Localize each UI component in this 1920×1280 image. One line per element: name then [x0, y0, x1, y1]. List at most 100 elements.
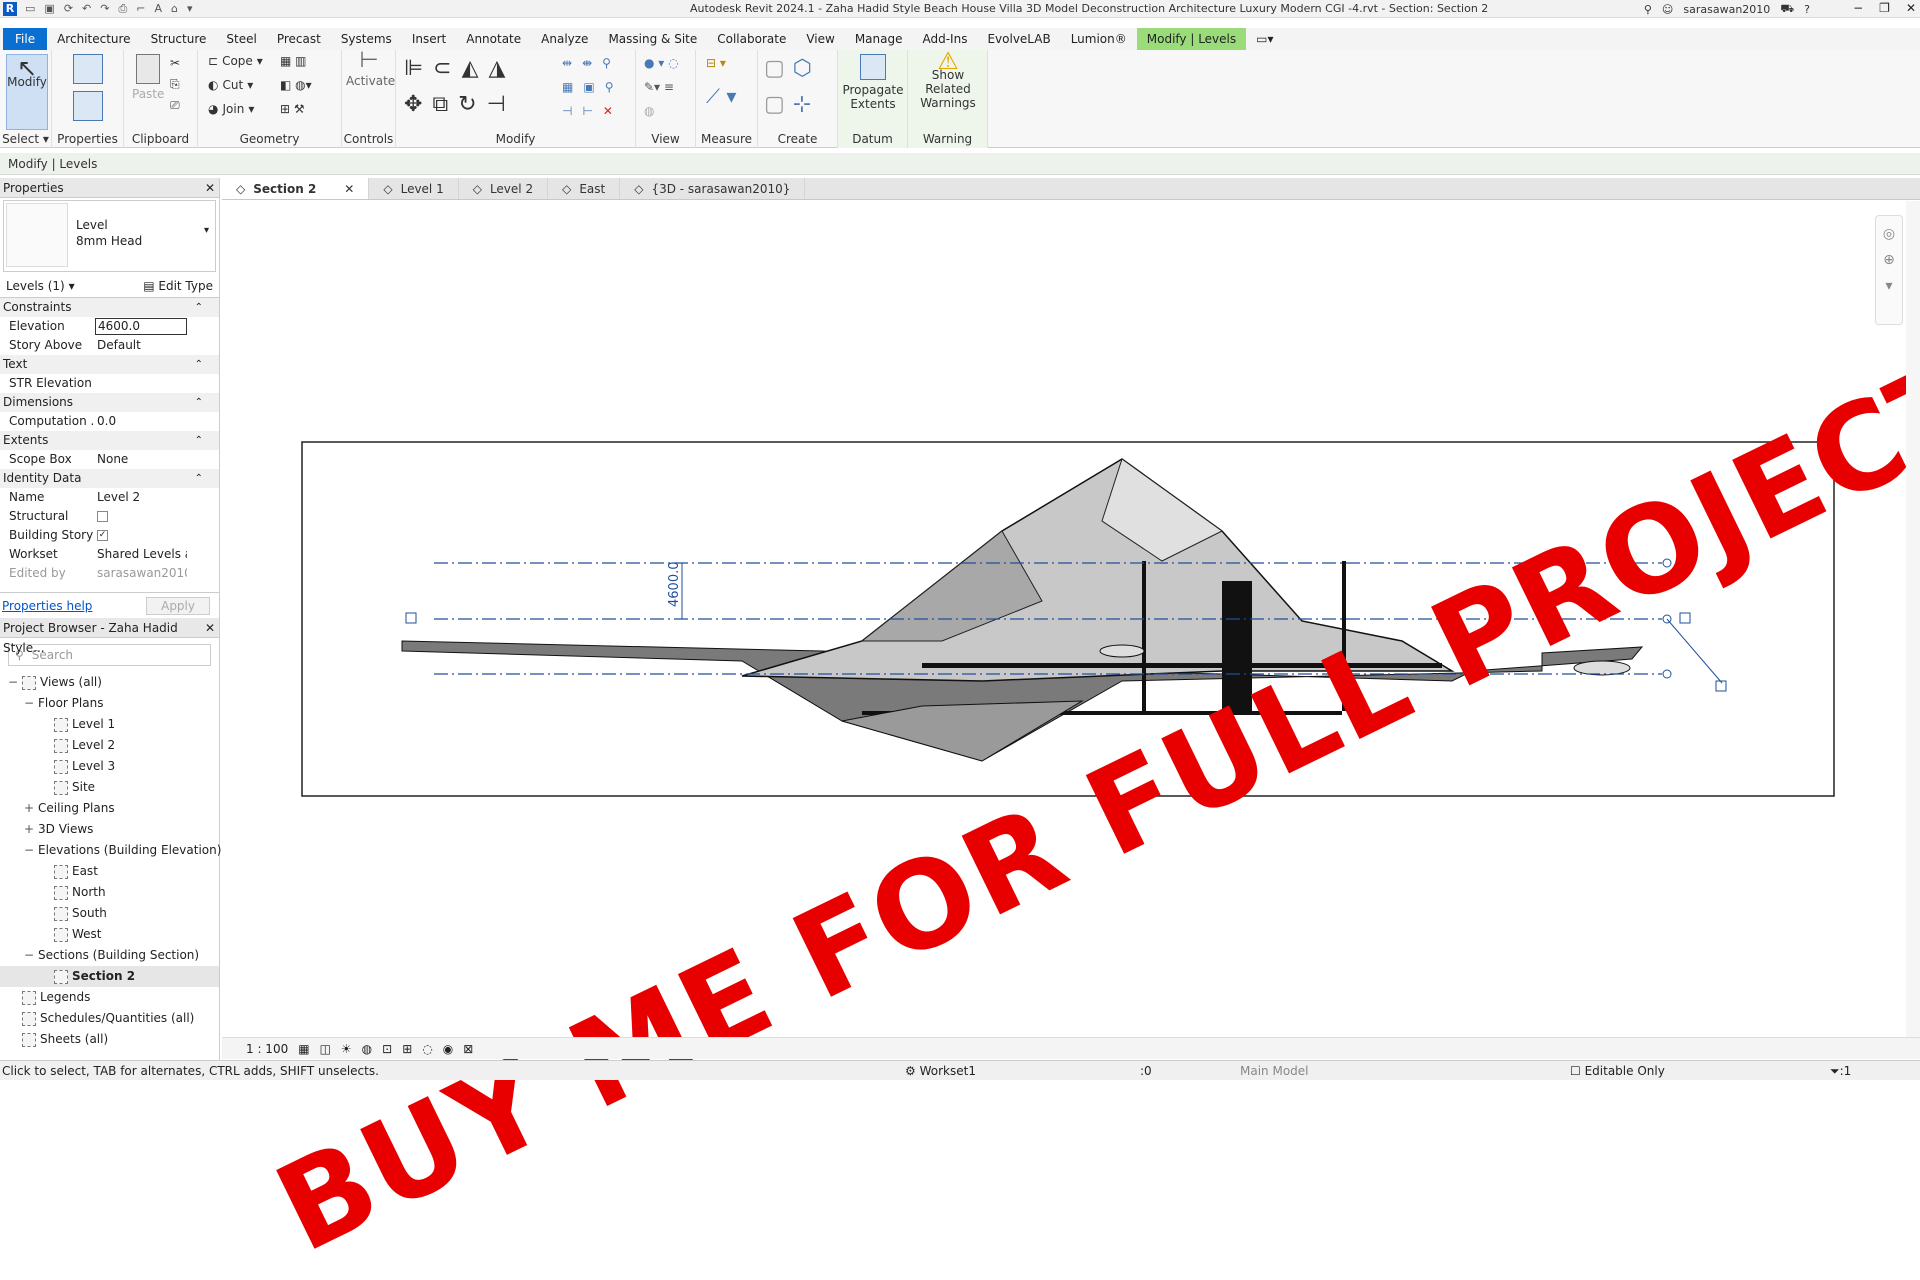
- unpin-icon[interactable]: ⚲: [605, 80, 614, 94]
- cut-button[interactable]: ◐ Cut ▾: [208, 78, 253, 92]
- tab-analyze[interactable]: Analyze: [531, 28, 598, 50]
- create-parts-icon[interactable]: ▢: [764, 92, 785, 117]
- redo-icon[interactable]: ↷: [100, 2, 109, 15]
- propagate-extents-button[interactable]: Propagate Extents: [840, 54, 906, 111]
- group-identity-data[interactable]: Identity Data ⌃: [0, 469, 219, 488]
- tree-item[interactable]: East: [0, 861, 219, 882]
- design-option-dropdown[interactable]: Main Model: [1240, 1061, 1309, 1081]
- tab-architecture[interactable]: Architecture: [47, 28, 140, 50]
- extend-icon[interactable]: ⊢: [582, 104, 592, 118]
- tree-item[interactable]: North: [0, 882, 219, 903]
- modify-button[interactable]: ↖ Modify: [6, 54, 48, 130]
- tab-file[interactable]: File: [3, 28, 48, 50]
- properties-button[interactable]: [66, 54, 110, 124]
- view-tab[interactable]: ◇ East: [548, 178, 621, 199]
- view-scale[interactable]: 1 : 100: [246, 1042, 288, 1056]
- close-icon[interactable]: ✕: [1906, 1, 1916, 15]
- view-tab[interactable]: ◇ Level 2: [459, 178, 549, 199]
- shadows-icon[interactable]: ◍: [362, 1042, 372, 1056]
- tree-item[interactable]: West: [0, 924, 219, 945]
- linework-icon[interactable]: ◍: [644, 104, 654, 118]
- apply-button[interactable]: Apply: [146, 596, 210, 615]
- reveal-hidden-icon[interactable]: ◉: [443, 1042, 453, 1056]
- edit-type-button[interactable]: ▤ Edit Type: [143, 279, 213, 293]
- paint-icon[interactable]: ◧ ◍▾: [280, 78, 312, 92]
- temporary-hide-icon[interactable]: ◌: [422, 1042, 432, 1056]
- tab-precast[interactable]: Precast: [267, 28, 331, 50]
- tree-item[interactable]: − Views (all): [0, 672, 219, 693]
- visual-style-icon[interactable]: ◫: [320, 1042, 331, 1056]
- save-icon[interactable]: ▣: [44, 2, 54, 15]
- mirror-axis-icon[interactable]: ◭: [462, 56, 479, 81]
- sync-icon[interactable]: ⟳: [64, 2, 73, 15]
- align-icon[interactable]: ⊫: [404, 56, 423, 81]
- cart-icon[interactable]: ⛟: [1780, 2, 1794, 17]
- copy-icon[interactable]: ⎘: [170, 77, 180, 92]
- tree-item[interactable]: − Sections (Building Section): [0, 945, 219, 966]
- copy-element-icon[interactable]: ⧉: [432, 92, 448, 117]
- tab-evolvelab[interactable]: EvolveLAB: [977, 28, 1060, 50]
- tab-annotate[interactable]: Annotate: [456, 28, 531, 50]
- revit-logo[interactable]: R: [3, 1, 17, 16]
- minimize-icon[interactable]: −: [1853, 1, 1863, 15]
- hide-icon[interactable]: ● ▾ ◌: [644, 56, 679, 70]
- split-icon[interactable]: ⇹: [562, 56, 572, 70]
- override-icon[interactable]: ✎▾ ≡: [644, 80, 674, 94]
- tree-item[interactable]: South: [0, 903, 219, 924]
- worksharing-icon[interactable]: ⊠: [463, 1042, 473, 1056]
- chevron-down-icon[interactable]: ▾: [204, 225, 209, 236]
- split-gap-icon[interactable]: ⇼: [582, 56, 592, 70]
- detail-level-icon[interactable]: ▦: [298, 1042, 309, 1056]
- tree-item[interactable]: Legends: [0, 987, 219, 1008]
- view-tab[interactable]: ◇ {3D - sarasawan2010}: [620, 178, 806, 199]
- tab-massing-site[interactable]: Massing & Site: [598, 28, 707, 50]
- panel-label-select[interactable]: Select ▾: [0, 132, 51, 146]
- trim-multiple-icon[interactable]: ⊣: [562, 104, 572, 118]
- tree-item[interactable]: Level 3: [0, 756, 219, 777]
- help-icon[interactable]: ?: [1804, 3, 1810, 16]
- match-icon[interactable]: ⎚: [170, 98, 180, 113]
- customize-icon[interactable]: ▾: [187, 2, 193, 15]
- cope-button[interactable]: ⊏ Cope ▾: [208, 54, 263, 68]
- drawing-canvas[interactable]: 4600.0 WUM BUY ME FOR FULL PROJECT: [222, 201, 1920, 1280]
- ribbon-toggle-icon[interactable]: ▭▾: [1246, 28, 1283, 50]
- tree-item[interactable]: Site: [0, 777, 219, 798]
- editable-only-checkbox[interactable]: ☐ Editable Only: [1570, 1061, 1665, 1081]
- tab-lumion[interactable]: Lumion®: [1061, 28, 1137, 50]
- split-face-icon[interactable]: ▦ ▥: [280, 54, 307, 68]
- mirror-draw-icon[interactable]: ◮: [489, 56, 506, 81]
- tab-structure[interactable]: Structure: [141, 28, 217, 50]
- array-icon[interactable]: ▦: [562, 80, 573, 94]
- create-group-icon[interactable]: ⬡: [793, 56, 812, 81]
- undo-icon[interactable]: ↶: [82, 2, 91, 15]
- home-icon[interactable]: ⌂: [171, 2, 178, 15]
- tab-systems[interactable]: Systems: [331, 28, 402, 50]
- filter-dropdown[interactable]: Levels (1) ▾: [6, 279, 75, 293]
- open-icon[interactable]: ▭: [25, 2, 35, 15]
- measure-icon[interactable]: ⌐: [136, 2, 145, 15]
- building-story-checkbox[interactable]: ✓: [97, 530, 108, 541]
- close-icon[interactable]: ✕: [205, 178, 215, 198]
- binoculars-icon[interactable]: ⚲: [1644, 3, 1652, 16]
- collapse-icon[interactable]: −: [8, 672, 18, 693]
- type-selector[interactable]: Level 8mm Head ▾: [3, 200, 216, 272]
- structural-checkbox[interactable]: [97, 511, 108, 522]
- expand-icon[interactable]: +: [24, 819, 34, 840]
- view-tab[interactable]: ◇ Section 2 ✕: [222, 178, 370, 199]
- sun-path-icon[interactable]: ☀: [341, 1042, 352, 1056]
- text-icon[interactable]: A: [155, 2, 163, 15]
- tree-item[interactable]: Sheets (all): [0, 1029, 219, 1050]
- group-extents[interactable]: Extents ⌃: [0, 431, 219, 450]
- move-icon[interactable]: ✥: [404, 92, 422, 117]
- rotate-icon[interactable]: ↻: [458, 92, 476, 117]
- tab-manage[interactable]: Manage: [845, 28, 913, 50]
- tree-item[interactable]: Schedules/Quantities (all): [0, 1008, 219, 1029]
- tab-steel[interactable]: Steel: [216, 28, 266, 50]
- workset-dropdown[interactable]: ⚙ Workset1: [905, 1061, 976, 1081]
- elevation-input[interactable]: 4600.0: [95, 318, 187, 335]
- dimension-icon[interactable]: ⟋ ▾: [706, 84, 736, 108]
- group-text[interactable]: Text ⌃: [0, 355, 219, 374]
- steering-wheel-icon[interactable]: ◎: [1876, 226, 1902, 242]
- activate-button[interactable]: ⊢ Activate: [346, 50, 395, 89]
- properties-help-link[interactable]: Properties help: [2, 599, 92, 613]
